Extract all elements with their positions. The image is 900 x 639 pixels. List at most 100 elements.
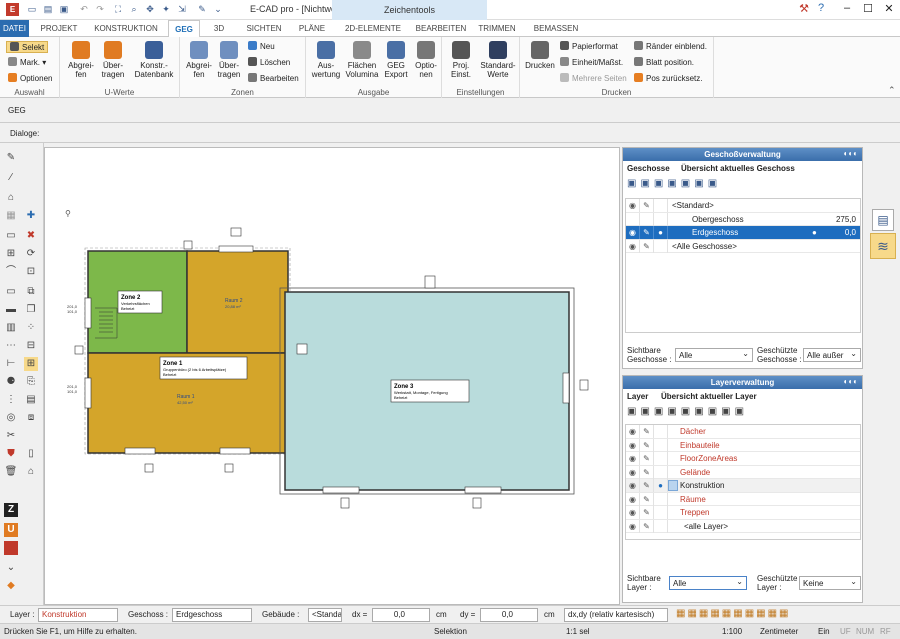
maximize-button[interactable]: ☐	[859, 2, 877, 18]
roof-tool-icon[interactable]: ◆	[4, 579, 18, 593]
grid-icon[interactable]: ⋮	[4, 393, 18, 407]
layer-icon[interactable]: ⧈	[24, 411, 38, 425]
save-icon[interactable]: ▣	[58, 4, 70, 16]
pencil-icon[interactable]: ✎	[640, 519, 654, 533]
geschuetzte-layer-select[interactable]: Keine	[799, 575, 861, 590]
tab-uebersicht-layer[interactable]: Übersicht aktueller Layer	[661, 392, 757, 401]
redo-icon[interactable]: ↷	[94, 4, 106, 16]
geschoss-row[interactable]: Obergeschoss 275,0	[626, 212, 860, 226]
papierformat-button[interactable]: Papierformat	[560, 41, 618, 51]
layer-row[interactable]: ◉ ✎ Dächer	[626, 425, 860, 439]
eye-icon[interactable]: ◉	[626, 199, 640, 212]
tab-3d[interactable]: 3D	[208, 20, 230, 37]
measure-icon[interactable]: ⇲	[176, 4, 188, 16]
pencil-icon[interactable]: ✎	[640, 479, 654, 492]
zonen-abgreifen-button[interactable]: Abgrei- fen	[184, 41, 214, 79]
zone-tool-icon[interactable]: ⊞	[24, 357, 38, 371]
close-button[interactable]: ✕	[880, 2, 898, 18]
optionen-button[interactable]: Optionen	[8, 73, 52, 83]
panel-controls-icon[interactable]: ◐◐◐	[844, 377, 859, 386]
pencil-icon[interactable]: ✎	[640, 506, 654, 519]
minimize-button[interactable]: –	[838, 2, 856, 18]
tab-uebersicht-geschoss[interactable]: Übersicht aktuelles Geschoss	[681, 164, 795, 173]
undo-icon[interactable]: ↶	[78, 4, 90, 16]
tab-datei[interactable]: DATEI	[0, 20, 29, 37]
dy-input[interactable]: 0,0	[480, 608, 538, 622]
eye-icon[interactable]: ◉	[626, 226, 640, 239]
layer-row[interactable]: ◉ ✎ FloorZoneAreas	[626, 452, 860, 466]
geschoss-row-selected[interactable]: ◉ ✎ ● Erdgeschoss ● 0,0	[626, 226, 860, 240]
more-icon[interactable]: ⌄	[212, 4, 224, 16]
mark-button[interactable]: Mark. ▾	[8, 57, 46, 67]
zone-neu-button[interactable]: Neu	[248, 41, 275, 51]
eye-icon[interactable]: ◉	[626, 239, 640, 253]
help-icon[interactable]: ?	[812, 2, 830, 18]
mehrere-seiten-button[interactable]: Mehrere Seiten	[560, 73, 627, 83]
tab-2d-elemente[interactable]: 2D-ELEMENTE	[338, 20, 408, 37]
eye-icon[interactable]: ◉	[626, 479, 640, 492]
draw-line-icon[interactable]: ∕	[4, 171, 18, 185]
panel-controls-icon[interactable]: ◐◐◐	[844, 149, 859, 158]
tab-projekt[interactable]: PROJEKT	[38, 20, 80, 37]
layer-row[interactable]: ◉ ✎ Treppen	[626, 506, 860, 520]
pencil-icon[interactable]: ✎	[640, 465, 654, 479]
ausgabe-optionen-button[interactable]: Optio- nen	[412, 41, 440, 79]
eye-icon[interactable]: ◉	[626, 492, 640, 506]
eye-icon[interactable]: ◉	[626, 465, 640, 479]
tools-icon[interactable]: ⚒	[795, 2, 813, 18]
layer-row[interactable]: ◉ ✎ Räume	[626, 492, 860, 506]
u-value-icon[interactable]: U	[4, 523, 18, 537]
cut-icon[interactable]: ✂	[4, 429, 18, 443]
dx-input[interactable]: 0,0	[372, 608, 430, 622]
geg-icon[interactable]	[4, 541, 18, 555]
shield-icon[interactable]: ⛊	[4, 447, 18, 461]
tab-trimmen[interactable]: TRIMMEN	[474, 20, 520, 37]
copy-icon[interactable]: ❐	[24, 303, 38, 317]
layer-row[interactable]: ◉ ✎ Einbauteile	[626, 438, 860, 452]
draw-wall-icon[interactable]: ✎	[4, 151, 18, 165]
hatch-icon[interactable]: ▥	[4, 321, 18, 335]
rotate-icon[interactable]: ⟳	[24, 247, 38, 261]
geschoss-toolbar[interactable]: ▣▣▣▣▣▣▣	[627, 178, 857, 194]
snap-toolbar[interactable]: ▦▦▦▦▦▦▦▦▦▦	[676, 608, 790, 619]
zone-z-icon[interactable]: Z	[4, 503, 18, 517]
zonen-uebertragen-button[interactable]: Über- tragen	[214, 41, 244, 79]
layer-row[interactable]: ◉ ✎ <alle Layer>	[626, 519, 860, 533]
measure-icon[interactable]: ◎	[4, 411, 18, 425]
eye-icon[interactable]: ◉	[626, 452, 640, 465]
layer-row[interactable]: ◉ ✎ Gelände	[626, 465, 860, 479]
tab-bemassen[interactable]: BEMASSEN	[530, 20, 582, 37]
delete-icon[interactable]: ✖	[24, 229, 38, 243]
flaechen-volumina-button[interactable]: Flächen Volumina	[344, 41, 380, 79]
text-icon[interactable]: ⋯	[4, 339, 18, 353]
mirror-icon[interactable]: ⧉	[24, 285, 38, 299]
column-icon[interactable]: ⊞	[4, 247, 18, 261]
tab-geg[interactable]: GEG	[168, 20, 200, 37]
sichtbare-layer-select[interactable]: Alle	[669, 575, 747, 590]
geg-export-button[interactable]: GEG Export	[382, 41, 410, 79]
trim-icon[interactable]: ⊡	[24, 265, 38, 279]
move-icon[interactable]: ✦	[160, 4, 172, 16]
raender-einblenden-button[interactable]: Ränder einblend.	[634, 41, 707, 51]
properties-icon[interactable]: ▤	[24, 393, 38, 407]
slab-icon[interactable]: ▬	[4, 303, 18, 317]
window-icon[interactable]: ▭	[4, 229, 18, 243]
zone-loeschen-button[interactable]: Löschen	[248, 57, 290, 67]
zoom-icon[interactable]: ⌕	[128, 4, 140, 16]
blatt-position-button[interactable]: Blatt position.	[634, 57, 694, 67]
tab-geschosse[interactable]: Geschosse	[627, 164, 670, 173]
zone-bearbeiten-button[interactable]: Bearbeiten	[248, 73, 299, 83]
array-icon[interactable]: ⁘	[24, 321, 38, 335]
zoom-fit-icon[interactable]: ⛶	[112, 4, 124, 16]
layer-toolbar[interactable]: ▣▣▣▣▣▣▣▣▣	[627, 406, 857, 422]
layer-panel-toggle-icon[interactable]: ≋	[870, 233, 896, 259]
stairs-icon[interactable]: ▦	[4, 209, 18, 223]
tab-konstruktion[interactable]: KONSTRUKTION	[90, 20, 162, 37]
pencil-icon[interactable]: ✎	[640, 492, 654, 506]
sichtbare-geschosse-select[interactable]: Alle	[675, 347, 753, 362]
einheit-massstab-button[interactable]: Einheit/Maßst.	[560, 57, 623, 67]
standard-werte-button[interactable]: Standard- Werte	[478, 41, 518, 79]
uwerte-abgreifen-button[interactable]: Abgrei- fen	[66, 41, 96, 79]
eye-icon[interactable]: ◉	[626, 438, 640, 452]
eye-icon[interactable]: ◉	[626, 506, 640, 519]
